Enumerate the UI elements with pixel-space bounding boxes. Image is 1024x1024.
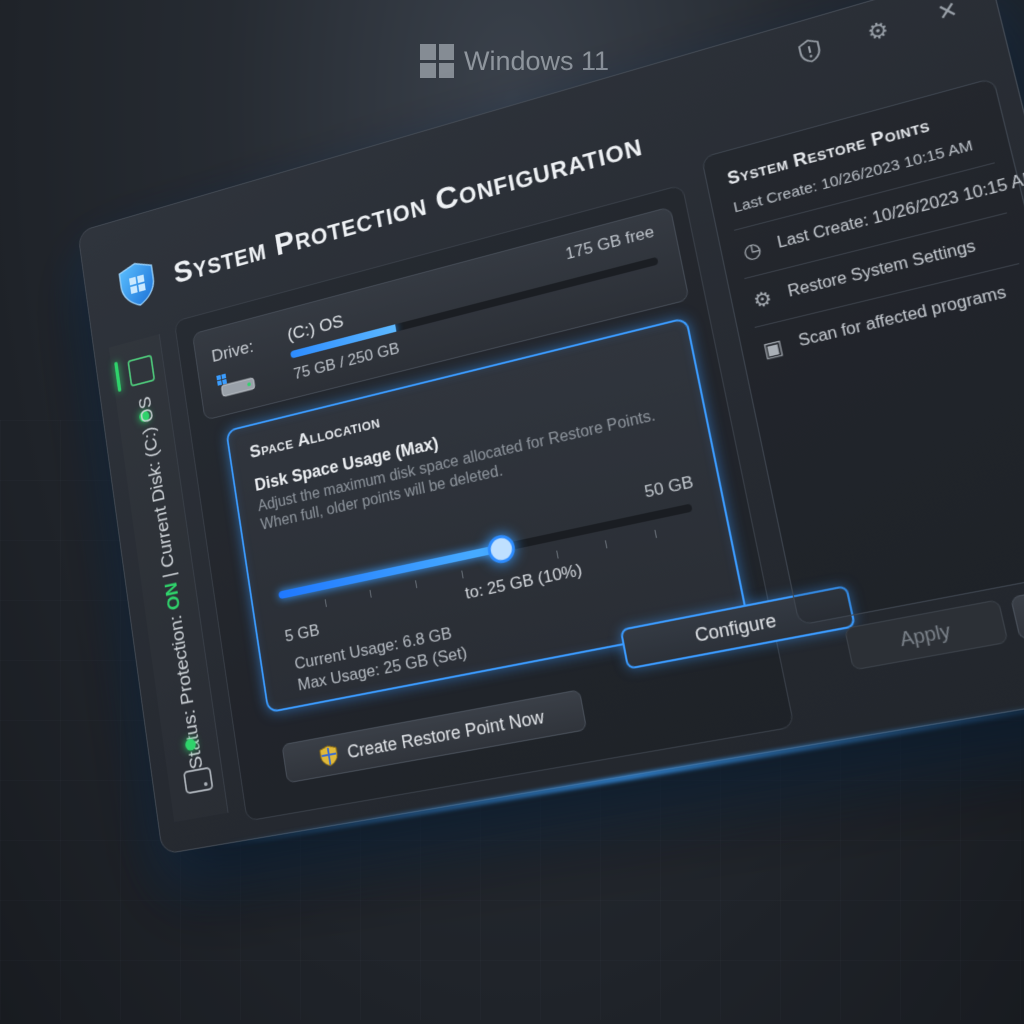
slider-min-label: 5 GB xyxy=(283,620,321,646)
history-icon: ◷ xyxy=(741,238,764,264)
shield-alert-icon[interactable] xyxy=(793,34,827,69)
window-controls: ⚙ ✕ xyxy=(793,0,966,68)
shield-icon xyxy=(319,743,340,768)
slider-tick xyxy=(324,599,327,608)
slider-tick xyxy=(654,529,657,539)
configure-label: Configure xyxy=(693,609,779,646)
create-restore-point-label: Create Restore Point Now xyxy=(345,706,546,762)
slider-tick xyxy=(461,570,464,579)
drive-free-space: 175 GB free xyxy=(564,222,656,264)
main-content-panel: Drive: (C:) OS 175 GB free 75 GB / 250 G… xyxy=(173,184,857,822)
scan-window-icon: ▣ xyxy=(761,335,786,363)
status-on-label: ON xyxy=(161,580,185,612)
slider-value-label: to: 25 GB (10%) xyxy=(463,560,584,603)
apply-label: Apply xyxy=(897,619,953,650)
drive-nav-icon[interactable] xyxy=(182,766,214,795)
slider-tick xyxy=(556,550,559,559)
slider-max-label: 50 GB xyxy=(642,472,695,502)
slider-thumb[interactable] xyxy=(485,532,518,566)
system-protection-window: ⚙ ✕ System Protection Configuration Stat… xyxy=(77,0,1024,855)
restore-item-last-create[interactable]: ◷ Last Create: 10/26/2023 10:15 AM xyxy=(739,167,1024,264)
restore-item-label: Restore System Settings xyxy=(786,237,978,301)
shield-logo-icon xyxy=(116,257,159,312)
status-current-disk: Current Disk: (C:) OS xyxy=(135,394,179,570)
hard-drive-icon xyxy=(216,373,257,399)
slider-tick xyxy=(415,580,418,589)
gear-icon: ⚙ xyxy=(751,286,775,313)
restore-nav-icon[interactable] xyxy=(127,354,156,387)
gear-icon[interactable]: ⚙ xyxy=(860,14,895,49)
create-restore-point-button[interactable]: Create Restore Point Now xyxy=(281,689,588,784)
close-icon[interactable]: ✕ xyxy=(929,0,965,29)
nav-active-indicator xyxy=(114,361,122,393)
slider-tick xyxy=(604,540,608,549)
drive-label: Drive: xyxy=(210,337,255,367)
slider-tick xyxy=(369,589,372,598)
